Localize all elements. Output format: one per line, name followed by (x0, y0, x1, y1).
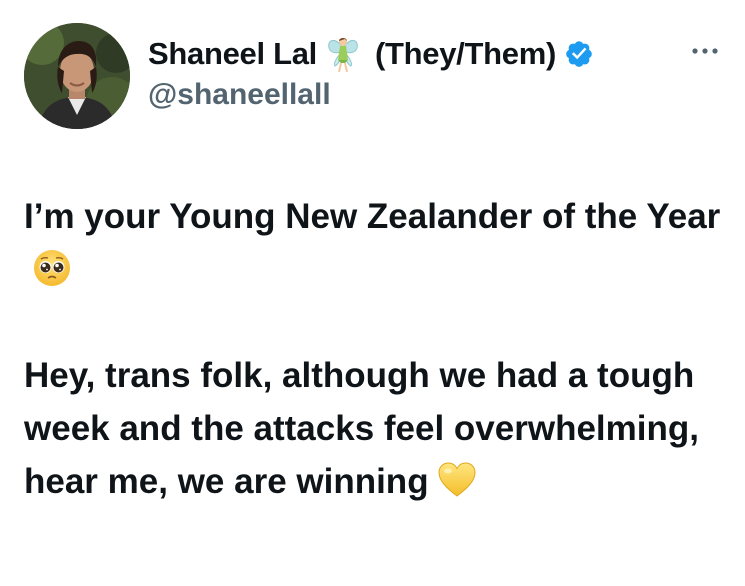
tweet-paragraph-text: Hey, trans folk, although we had a tough… (24, 356, 699, 501)
display-name[interactable]: Shaneel Lal (148, 36, 317, 72)
tweet-text: I’m your Young New Zealander of the Year (24, 190, 724, 508)
fairy-emoji-icon (325, 34, 361, 74)
pronouns: (They/Them) (375, 36, 556, 71)
tweet-paragraph-text: I’m your Young New Zealander of the Year (24, 197, 721, 236)
author-handle[interactable]: @shaneellall (148, 78, 331, 112)
author-name-row: Shaneel Lal (They/Them) (148, 32, 594, 76)
yellow-heart-emoji-icon (437, 460, 477, 500)
tweet-paragraph: Hey, trans folk, although we had a tough… (24, 349, 724, 508)
verified-badge-icon[interactable] (564, 39, 594, 69)
avatar[interactable] (24, 23, 130, 129)
more-options-icon[interactable] (690, 44, 720, 58)
pleading-face-emoji-icon (32, 248, 72, 288)
tweet-paragraph: I’m your Young New Zealander of the Year (24, 190, 724, 296)
